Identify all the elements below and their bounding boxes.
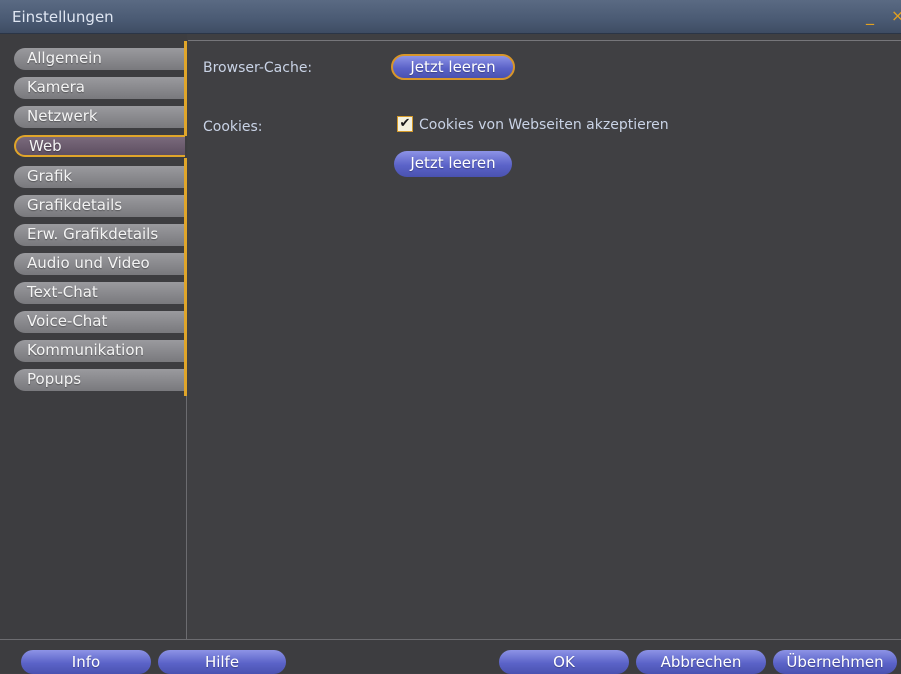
tab-voice-chat[interactable]: Voice-Chat xyxy=(14,311,185,333)
tab-grafikdetails[interactable]: Grafikdetails xyxy=(14,195,185,217)
minimize-icon[interactable]: _ xyxy=(866,8,878,24)
divider xyxy=(188,40,901,41)
accept-cookies-label[interactable]: Cookies von Webseiten akzeptieren xyxy=(419,117,669,133)
cancel-button[interactable]: Abbrechen xyxy=(636,650,766,674)
tab-text-chat[interactable]: Text-Chat xyxy=(14,282,185,304)
tab-popups[interactable]: Popups xyxy=(14,369,185,391)
tab-allgemein[interactable]: Allgemein xyxy=(14,48,185,70)
info-button[interactable]: Info xyxy=(21,650,151,674)
ok-button[interactable]: OK xyxy=(499,650,629,674)
clear-cookies-button[interactable]: Jetzt leeren xyxy=(394,151,512,177)
help-button[interactable]: Hilfe xyxy=(158,650,286,674)
tab-netzwerk[interactable]: Netzwerk xyxy=(14,106,185,128)
panel-border xyxy=(186,396,187,639)
tab-kamera[interactable]: Kamera xyxy=(14,77,185,99)
tab-kommunikation[interactable]: Kommunikation xyxy=(14,340,185,362)
apply-button[interactable]: Übernehmen xyxy=(773,650,897,674)
accept-cookies-checkbox[interactable]: ✔ xyxy=(397,116,413,132)
tab-audio-und-video[interactable]: Audio und Video xyxy=(14,253,185,275)
browser-cache-label: Browser-Cache: xyxy=(203,60,313,76)
tab-frame-line xyxy=(184,41,187,136)
clear-browser-cache-button[interactable]: Jetzt leeren xyxy=(391,54,515,80)
tab-frame-line xyxy=(184,158,187,396)
check-icon: ✔ xyxy=(399,116,411,131)
tab-grafik[interactable]: Grafik xyxy=(14,166,185,188)
tab-web[interactable]: Web xyxy=(14,135,185,157)
close-icon[interactable]: × xyxy=(891,6,901,25)
window-title: Einstellungen xyxy=(12,8,114,26)
cookies-label: Cookies: xyxy=(203,119,263,135)
tab-erw-grafikdetails[interactable]: Erw. Grafikdetails xyxy=(14,224,185,246)
window-titlebar[interactable]: Einstellungen _ × xyxy=(0,0,901,34)
